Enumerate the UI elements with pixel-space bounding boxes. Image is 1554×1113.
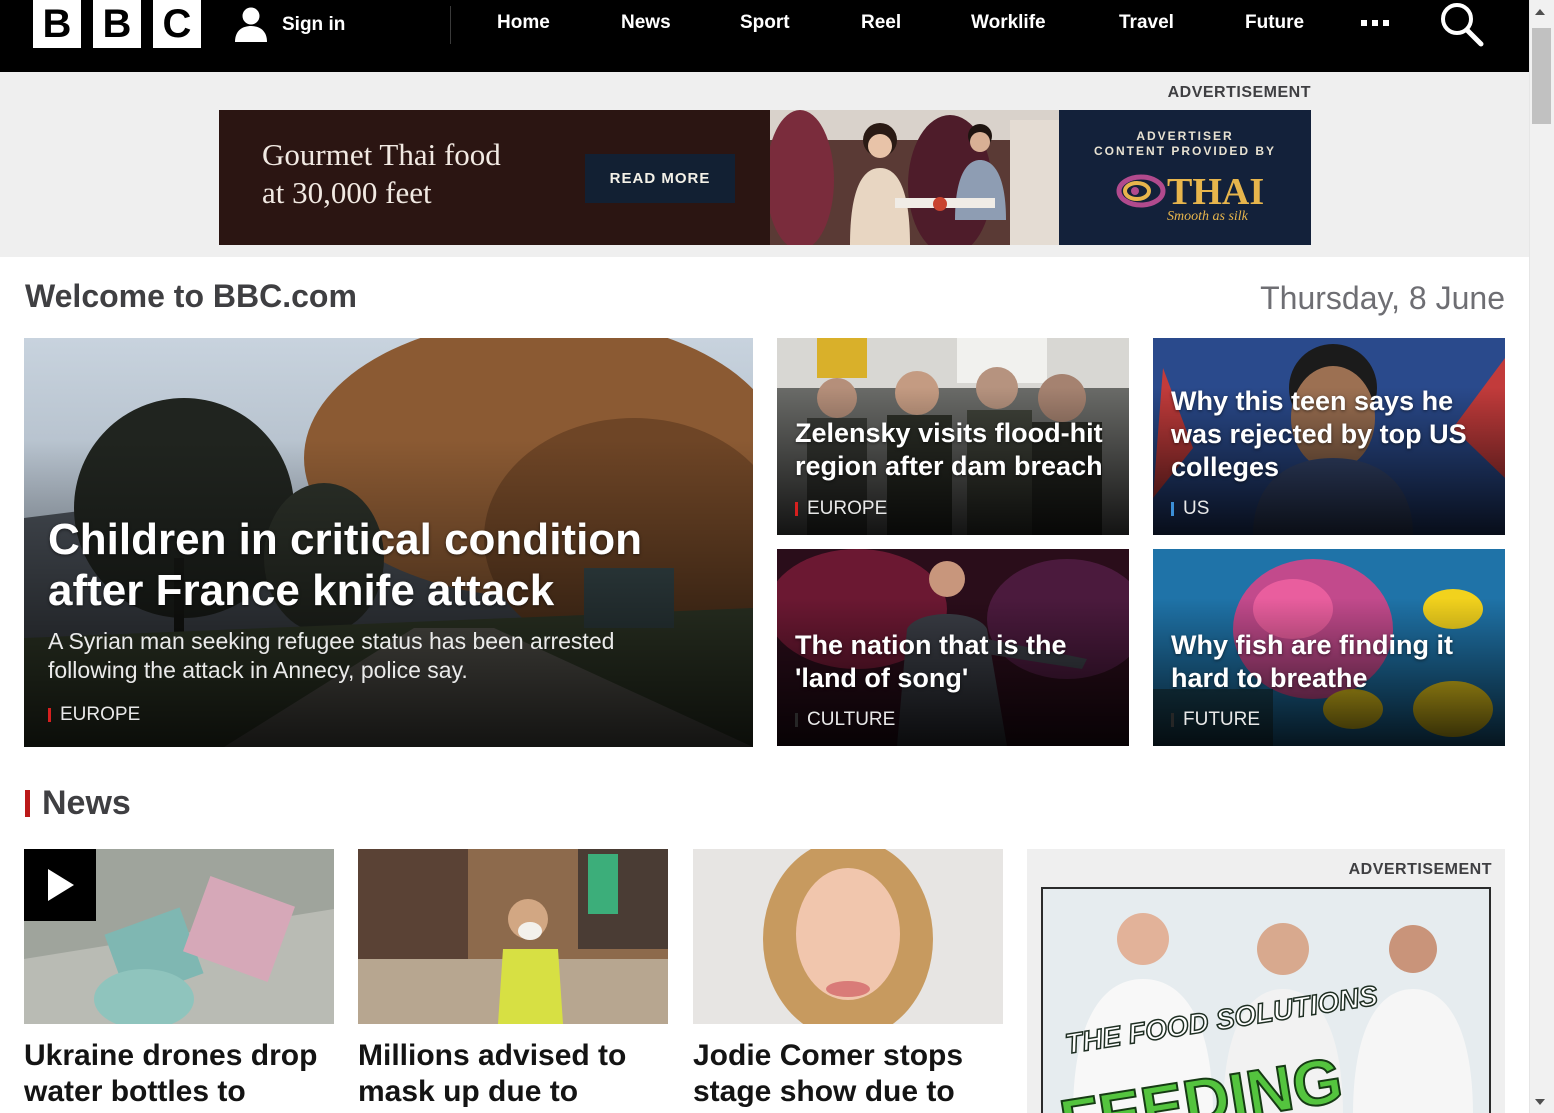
scrollbar-thumb[interactable] [1532,28,1551,124]
news-card-headline: Ukraine drones drop water bottles to [24,1039,318,1108]
nav-item-travel[interactable]: Travel [1119,12,1174,34]
hero-main-tag[interactable]: EUROPE [48,704,140,726]
read-more-button[interactable]: READ MORE [585,154,735,203]
search-icon[interactable] [1436,0,1486,50]
nav-item-reel[interactable]: Reel [861,12,901,34]
news-card-headline: Jodie Comer stops stage show due to [693,1039,964,1108]
hero-tile-land-of-song[interactable]: The nation that is the 'land of song' CU… [777,549,1129,746]
nav-item-worklife[interactable]: Worklife [971,12,1046,34]
brand-tagline: Smooth as silk [1167,209,1248,224]
tag-label: EUROPE [60,704,141,725]
thai-airways-banner-ad[interactable]: Gourmet Thai food at 30,000 feet READ MO… [219,110,1311,245]
advertisement-label: ADVERTISEMENT [1167,84,1311,101]
news-card-jodie-comer[interactable]: Jodie Comer stops stage show due to [693,849,1003,1110]
tag-label: EUROPE [807,498,888,519]
play-icon [48,869,74,901]
play-video-button[interactable] [24,849,96,921]
more-dots-icon[interactable] [1361,20,1389,26]
hero-main-summary: A Syrian man seeking refugee status has … [48,628,615,683]
hero-tile-title: Why this teen says he was rejected by to… [1171,386,1467,482]
hero-tile-tag[interactable]: US [1171,498,1209,520]
advertiser-brand-panel: ADVERTISER CONTENT PROVIDED BY THAI Smoo… [1059,110,1311,245]
page-scrollbar[interactable] [1529,0,1554,1113]
logo-letter: C [153,0,201,48]
section-accent-bar [25,790,30,817]
nav-item-sport[interactable]: Sport [740,12,790,34]
nav-item-home[interactable]: Home [497,12,550,34]
news-card-mask-advice[interactable]: Millions advised to mask up due to [358,849,668,1110]
current-date: Thursday, 8 June [1260,280,1505,316]
hero-tile-tag[interactable]: CULTURE [795,709,895,731]
caption-line: ADVERTISER [1136,129,1234,143]
tag-marker [1171,713,1174,727]
news-card-ukraine-drones[interactable]: Ukraine drones drop water bottles to [24,849,334,1110]
banner-headline: Gourmet Thai food at 30,000 feet [262,136,582,212]
hero-main-story[interactable]: Children in critical condition after Fra… [24,338,753,747]
logo-letter: B [33,0,81,48]
news-card-image [24,849,334,1024]
advertiser-caption: ADVERTISER CONTENT PROVIDED BY [1059,129,1311,159]
nav-divider [450,6,451,44]
news-card-image [358,849,668,1024]
side-advertisement[interactable]: ADVERTISEMENT THE FOOD SOLUTIONS FEEDING [1027,849,1505,1113]
tag-marker [795,713,798,727]
tag-label: FUTURE [1183,709,1261,730]
tag-marker [1171,502,1174,516]
tag-marker [795,502,798,516]
hero-tile-zelensky[interactable]: Zelensky visits flood-hit region after d… [777,338,1129,535]
hero-main-title: Children in critical condition after Fra… [48,515,643,615]
hero-tile-fish[interactable]: Why fish are finding it hard to breathe … [1153,549,1505,746]
hero-tile-title: The nation that is the 'land of song' [795,630,1067,693]
cabin-photo [766,110,1059,245]
hero-tile-title: Why fish are finding it hard to breathe [1171,630,1453,693]
nav-item-future[interactable]: Future [1245,12,1304,34]
caption-line: CONTENT PROVIDED BY [1093,144,1276,158]
brand-name: THAI [1167,171,1265,213]
hero-tile-title: Zelensky visits flood-hit region after d… [795,418,1103,481]
hero-tile-tag[interactable]: FUTURE [1171,709,1260,731]
advertisement-label: ADVERTISEMENT [1348,861,1492,878]
tag-label: CULTURE [807,709,896,730]
banner-headline-line: Gourmet Thai food [262,137,501,172]
page-title: Welcome to BBC.com [25,278,357,314]
nav-item-news[interactable]: News [621,12,671,34]
banner-headline-line: at 30,000 feet [262,175,432,210]
tag-marker [48,708,51,722]
news-section-heading[interactable]: News [42,784,131,823]
hero-tile-tag[interactable]: EUROPE [795,498,887,520]
scroll-up-arrow[interactable] [1535,9,1545,15]
user-icon [232,4,270,47]
sign-in-label: Sign in [282,14,346,35]
logo-letter: B [93,0,141,48]
bbc-logo[interactable]: B B C [0,0,210,50]
news-card-headline: Millions advised to mask up due to [358,1039,627,1108]
side-ad-image: THE FOOD SOLUTIONS FEEDING [1041,887,1491,1113]
top-navigation-bar: B B C Sign in Home News Sport Reel Workl… [0,0,1529,72]
scroll-down-arrow[interactable] [1535,1099,1545,1105]
hero-tile-teen-colleges[interactable]: Why this teen says he was rejected by to… [1153,338,1505,535]
tag-label: US [1183,498,1210,519]
news-card-image [693,849,1003,1024]
thai-logo-icon [1111,170,1167,217]
sign-in-link[interactable]: Sign in [232,4,345,46]
